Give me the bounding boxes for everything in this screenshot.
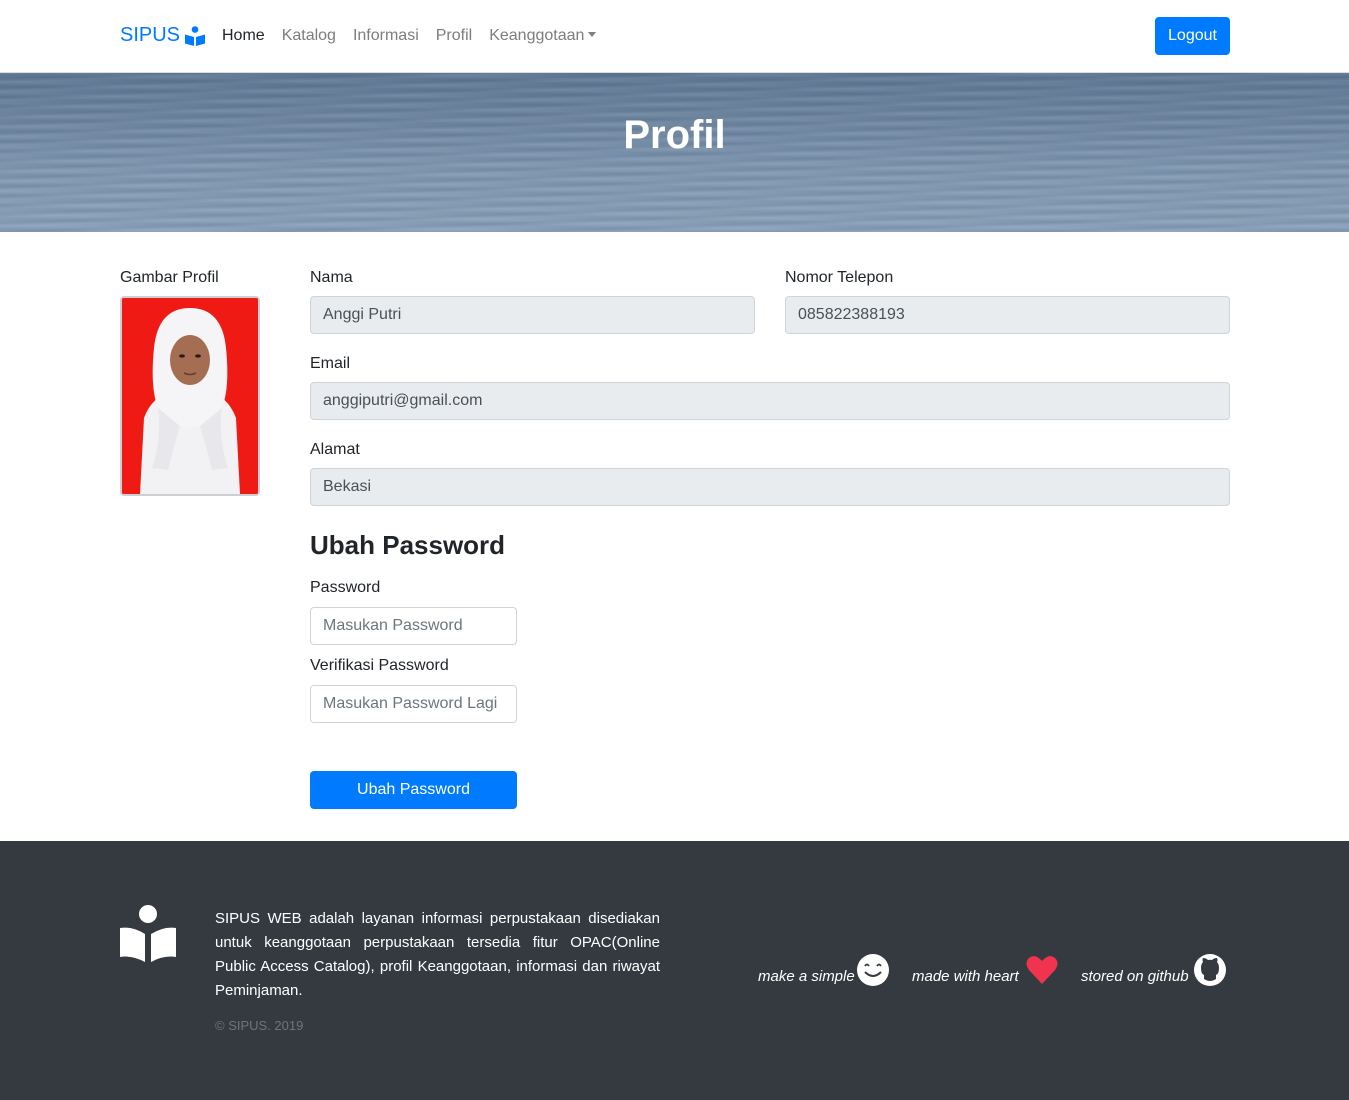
brand-text: SIPUS: [120, 24, 181, 46]
footer-description: SIPUS WEB adalah layanan informasi perpu…: [215, 910, 660, 999]
alamat-label: Alamat: [310, 441, 360, 458]
password-label: Password: [310, 579, 381, 596]
profile-photo: [120, 296, 260, 496]
brand-link[interactable]: SIPUS: [120, 24, 206, 47]
hero-banner: Profil: [0, 73, 1349, 232]
change-password-button[interactable]: Ubah Password: [310, 771, 517, 809]
caret-down-icon: [588, 32, 597, 37]
nav-profil[interactable]: Profil: [436, 27, 472, 45]
nav-katalog[interactable]: Katalog: [282, 27, 336, 45]
alamat-field[interactable]: Bekasi: [310, 468, 1230, 506]
telepon-label: Nomor Telepon: [785, 269, 894, 286]
tag-made-with-heart: made with heart: [912, 968, 1019, 985]
smile-icon: [857, 954, 889, 986]
password-input[interactable]: [310, 607, 517, 645]
verify-password-label: Verifikasi Password: [310, 657, 449, 674]
telepon-field[interactable]: 085822388193: [785, 296, 1230, 334]
github-icon[interactable]: [1193, 953, 1227, 987]
nama-field[interactable]: Anggi Putri: [310, 296, 755, 334]
nav-informasi[interactable]: Informasi: [353, 27, 419, 45]
book-reader-icon: [185, 25, 206, 46]
logout-button[interactable]: Logout: [1155, 17, 1230, 55]
nama-label: Nama: [310, 269, 353, 286]
book-reader-icon: [120, 905, 176, 962]
verify-password-input[interactable]: [310, 685, 517, 723]
copyright: © SIPUS. 2019: [215, 1018, 304, 1033]
navbar: SIPUS Home Katalog Informasi Profil Kean…: [0, 0, 1349, 73]
photo-label: Gambar Profil: [120, 269, 219, 286]
nav-keanggotaan-label: Keanggotaan: [489, 27, 585, 44]
tag-stored-on-github: stored on github: [1081, 968, 1189, 985]
tag-make-simple: make a simple: [758, 968, 855, 985]
person-photo-icon: [122, 298, 258, 494]
change-password-heading: Ubah Password: [310, 530, 506, 560]
heart-icon: [1026, 956, 1058, 984]
nav-home[interactable]: Home: [222, 27, 265, 45]
email-label: Email: [310, 355, 351, 372]
nav-keanggotaan-dropdown[interactable]: Keanggotaan: [489, 27, 597, 45]
page-title: Profil: [623, 113, 726, 157]
footer: SIPUS WEB adalah layanan informasi perpu…: [0, 841, 1349, 1100]
nav-menu: Home Katalog Informasi Profil Keanggotaa…: [222, 27, 613, 45]
email-field[interactable]: anggiputri@gmail.com: [310, 382, 1230, 420]
